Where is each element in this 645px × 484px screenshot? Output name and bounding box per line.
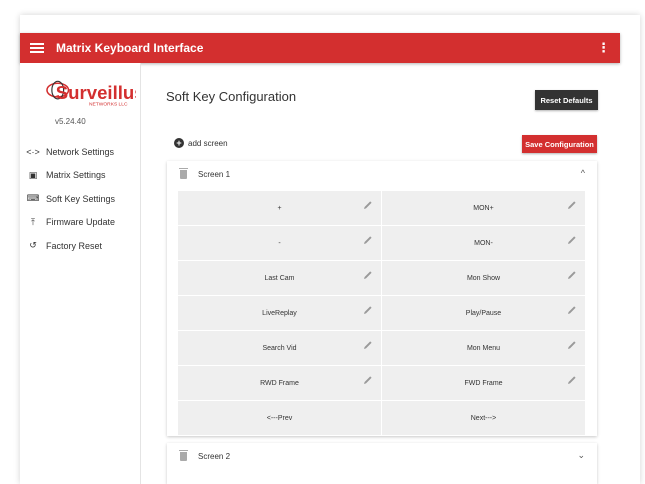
- restore-icon: ↺: [29, 240, 37, 251]
- soft-key-label: Mon Show: [466, 274, 501, 282]
- pencil-edit-icon[interactable]: [363, 340, 373, 350]
- pencil-edit-icon[interactable]: [567, 340, 577, 350]
- soft-key-cell[interactable]: Play/Pause: [382, 296, 585, 330]
- matrix-icon: ▣: [28, 169, 38, 180]
- pencil-edit-icon[interactable]: [567, 200, 577, 210]
- soft-key-cell[interactable]: MON+: [382, 191, 585, 225]
- sidebar-item-soft-key-settings[interactable]: ⌨ Soft Key Settings: [26, 187, 116, 211]
- pencil-edit-icon[interactable]: [363, 305, 373, 315]
- soft-key-grid: + MON+ - MON- Last Cam Mon Show LiveReplay Play…: [178, 191, 585, 435]
- soft-key-label: MON-: [474, 239, 493, 247]
- sidebar: [20, 63, 141, 484]
- sidebar-item-network-settings[interactable]: <·> Network Settings: [26, 140, 115, 164]
- surveillus-logo: Surveillus NETWORKS LLC: [46, 80, 136, 108]
- add-screen-label: add screen: [188, 138, 228, 148]
- soft-key-cell[interactable]: Search Vid: [178, 331, 381, 365]
- sidebar-item-label: Firmware Update: [46, 217, 116, 228]
- soft-key-cell[interactable]: Mon Menu: [382, 331, 585, 365]
- soft-key-label: Mon Menu: [466, 344, 501, 352]
- screen-2-header[interactable]: Screen 2 ⌄: [167, 443, 597, 469]
- pencil-edit-icon[interactable]: [363, 235, 373, 245]
- chevron-down-icon[interactable]: ⌄: [577, 450, 585, 461]
- pencil-edit-icon[interactable]: [567, 270, 577, 280]
- soft-key-cell[interactable]: MON-: [382, 226, 585, 260]
- soft-key-label: RWD Frame: [260, 379, 299, 387]
- screen-panel-2: Screen 2 ⌄: [167, 443, 597, 484]
- soft-key-label: LiveReplay: [262, 309, 297, 317]
- pencil-edit-icon[interactable]: [567, 375, 577, 385]
- soft-key-cell[interactable]: FWD Frame: [382, 366, 585, 400]
- pencil-edit-icon[interactable]: [363, 270, 373, 280]
- add-circle-icon: +: [174, 138, 184, 148]
- sidebar-item-label: Soft Key Settings: [46, 193, 116, 204]
- sidebar-item-label: Network Settings: [46, 146, 115, 157]
- version-label: v5.24.40: [55, 117, 86, 126]
- pencil-edit-icon[interactable]: [363, 375, 373, 385]
- app-bar: Matrix Keyboard Interface ⋮: [20, 33, 620, 63]
- keyboard-icon: ⌨: [26, 193, 40, 204]
- code-arrows-icon: <·>: [26, 146, 40, 157]
- screen-1-label: Screen 1: [198, 169, 231, 179]
- soft-key-label: MON+: [473, 204, 494, 212]
- pencil-edit-icon[interactable]: [567, 235, 577, 245]
- trash-icon[interactable]: [179, 449, 188, 461]
- reset-defaults-button[interactable]: Reset Defaults: [535, 90, 598, 110]
- pencil-edit-icon[interactable]: [567, 305, 577, 315]
- soft-key-cell[interactable]: RWD Frame: [178, 366, 381, 400]
- soft-key-label: +: [277, 204, 282, 212]
- soft-key-cell[interactable]: Mon Show: [382, 261, 585, 295]
- soft-key-cell[interactable]: Last Cam: [178, 261, 381, 295]
- screen-1-header[interactable]: Screen 1 ^: [167, 161, 597, 187]
- sidebar-nav: <·> Network Settings ▣ Matrix Settings ⌨…: [26, 140, 116, 258]
- upload-icon: ⤒: [31, 216, 35, 227]
- logo-subtitle: NETWORKS LLC: [89, 102, 128, 108]
- sidebar-item-firmware-update[interactable]: ⤒ Firmware Update: [27, 211, 115, 235]
- hamburger-icon[interactable]: [30, 41, 44, 55]
- soft-key-label: FWD Frame: [464, 379, 503, 387]
- soft-key-label: Next--->: [470, 414, 497, 422]
- soft-key-label: Play/Pause: [465, 309, 502, 317]
- screen-panel-1: Screen 1 ^ + MON+ - MON- Last Cam Mon Show Liv…: [167, 161, 597, 436]
- add-screen-button[interactable]: + add screen: [174, 138, 228, 148]
- soft-key-cell[interactable]: Next--->: [382, 401, 585, 435]
- pencil-edit-icon[interactable]: [363, 200, 373, 210]
- sidebar-item-label: Factory Reset: [46, 240, 103, 251]
- screen-2-label: Screen 2: [198, 451, 231, 461]
- chevron-up-icon[interactable]: ^: [581, 168, 585, 178]
- soft-key-cell[interactable]: <---Prev: [178, 401, 381, 435]
- sidebar-item-factory-reset[interactable]: ↺ Factory Reset: [27, 234, 115, 258]
- logo-wordmark: Surveillus: [56, 82, 136, 103]
- soft-key-label: Search Vid: [262, 344, 297, 352]
- sidebar-item-label: Matrix Settings: [46, 170, 106, 181]
- soft-key-cell[interactable]: -: [178, 226, 381, 260]
- trash-icon[interactable]: [179, 167, 188, 179]
- soft-key-label: -: [278, 239, 281, 247]
- soft-key-cell[interactable]: LiveReplay: [178, 296, 381, 330]
- soft-key-label: <---Prev: [266, 414, 293, 422]
- soft-key-cell[interactable]: +: [178, 191, 381, 225]
- sidebar-item-matrix-settings[interactable]: ▣ Matrix Settings: [27, 164, 115, 188]
- app-title: Matrix Keyboard Interface: [56, 41, 204, 55]
- save-configuration-button[interactable]: Save Configuration: [522, 135, 597, 153]
- kebab-menu-icon[interactable]: ⋮: [597, 40, 610, 56]
- page-title: Soft Key Configuration: [166, 89, 297, 104]
- soft-key-label: Last Cam: [264, 274, 295, 282]
